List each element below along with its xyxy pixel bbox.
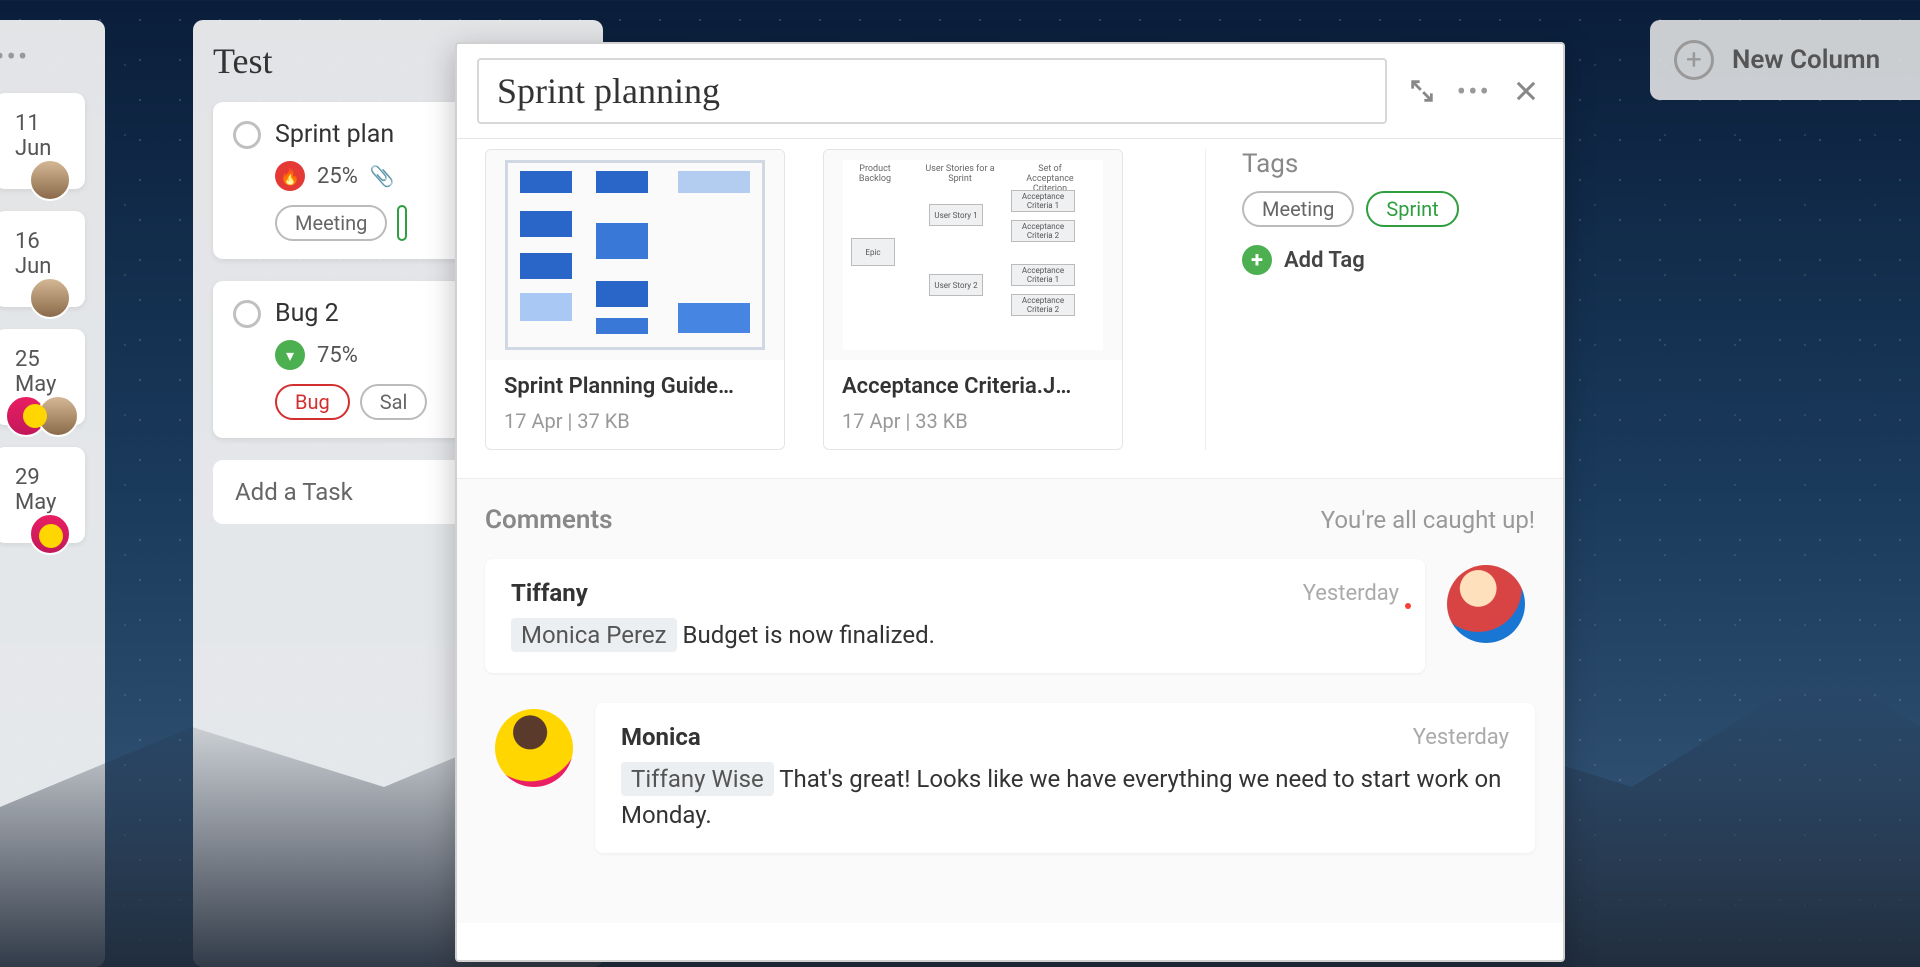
comment-author: Tiffany (511, 579, 588, 607)
caught-up-label: You're all caught up! (1321, 506, 1535, 534)
column-partial-left: ••• 11 Jun 16 Jun 25 May 29 May (0, 20, 105, 967)
task-date: 16 Jun (15, 229, 65, 279)
tag[interactable]: Meeting (1242, 191, 1354, 227)
tag[interactable]: Sprint (1366, 191, 1458, 227)
task-progress: 25% (317, 164, 358, 189)
comment-body: Monica Perez Budget is now finalized. (511, 617, 1399, 653)
comments-heading: Comments (485, 505, 613, 535)
mention[interactable]: Tiffany Wise (621, 762, 774, 796)
task-card[interactable]: 16 Jun (0, 211, 85, 307)
tag[interactable]: Bug (275, 384, 350, 420)
avatar (29, 159, 71, 201)
attachments-list: Sprint Planning Guide… 17 Apr | 37 KB Pr… (485, 149, 1123, 450)
attachment-meta: 17 Apr | 37 KB (486, 403, 784, 449)
priority-high-icon: 🔥 (275, 161, 305, 191)
avatar (495, 709, 573, 787)
priority-low-icon: ▾ (275, 340, 305, 370)
attachment-thumbnail: Product Backlog User Stories for a Sprin… (824, 150, 1122, 360)
add-tag-label: Add Tag (1284, 248, 1365, 273)
attachment-card[interactable]: Sprint Planning Guide… 17 Apr | 37 KB (485, 149, 785, 450)
plus-icon: + (1674, 40, 1714, 80)
mention[interactable]: Monica Perez (511, 618, 677, 652)
avatar (1447, 565, 1525, 643)
tags-panel: Tags Meeting Sprint + Add Tag (1205, 149, 1535, 450)
comment-body: Tiffany Wise That's great! Looks like we… (621, 761, 1509, 833)
avatar (5, 395, 47, 437)
task-card[interactable]: 11 Jun (0, 93, 85, 189)
task-title: Bug 2 (275, 299, 339, 328)
plus-icon: + (1242, 245, 1272, 275)
avatar (29, 277, 71, 319)
task-card[interactable]: 29 May (0, 447, 85, 543)
unread-dot-icon (1405, 603, 1411, 609)
task-title: Sprint plan (275, 120, 394, 149)
task-date: 11 Jun (15, 111, 65, 161)
tag-partial[interactable] (397, 205, 407, 241)
attachment-icon: 📎 (370, 164, 395, 188)
avatar (29, 513, 71, 555)
tag[interactable]: Sal (360, 384, 428, 420)
task-card[interactable]: 25 May (0, 329, 85, 425)
task-complete-toggle[interactable] (233, 300, 261, 328)
attachment-card[interactable]: Product Backlog User Stories for a Sprin… (823, 149, 1123, 450)
new-column-label: New Column (1732, 45, 1880, 75)
tag[interactable]: Meeting (275, 205, 387, 241)
task-progress: 75% (317, 343, 358, 368)
task-complete-toggle[interactable] (233, 121, 261, 149)
attachment-meta: 17 Apr | 33 KB (824, 403, 1122, 449)
task-date: 29 May (15, 465, 65, 515)
task-title-input[interactable] (477, 58, 1387, 124)
comments-section: Comments You're all caught up! Tiffany Y… (457, 478, 1563, 923)
comment-time: Yesterday (1413, 725, 1509, 750)
add-tag-button[interactable]: + Add Tag (1242, 245, 1535, 275)
task-modal: ••• S (455, 42, 1565, 962)
comment-text: Budget is now finalized. (683, 621, 935, 649)
tags-heading: Tags (1242, 149, 1535, 179)
comment-author: Monica (621, 723, 701, 751)
attachment-name: Sprint Planning Guide… (486, 360, 784, 403)
task-date: 25 May (15, 347, 65, 397)
comment-time: Yesterday (1303, 581, 1399, 606)
modal-body: Sprint Planning Guide… 17 Apr | 37 KB Pr… (457, 139, 1563, 960)
comment[interactable]: Monica Yesterday Tiffany Wise That's gre… (595, 703, 1535, 853)
comment[interactable]: Tiffany Yesterday Monica Perez Budget is… (485, 559, 1425, 673)
column-menu-icon[interactable]: ••• (0, 40, 29, 73)
modal-header: ••• (457, 44, 1563, 139)
more-options-icon[interactable]: ••• (1457, 75, 1491, 108)
attachment-name: Acceptance Criteria.J… (824, 360, 1122, 403)
column-title: Test (213, 40, 272, 82)
new-column-button[interactable]: + New Column (1650, 20, 1920, 100)
expand-icon[interactable] (1405, 74, 1439, 108)
close-icon[interactable] (1509, 74, 1543, 108)
attachment-thumbnail (486, 150, 784, 360)
